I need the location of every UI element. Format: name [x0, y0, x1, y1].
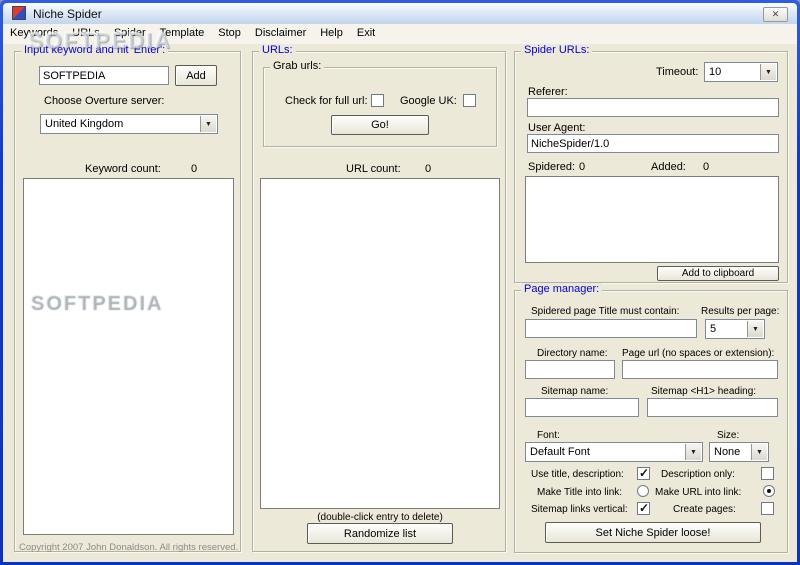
- sitemap-h1-label: Sitemap <H1> heading:: [651, 386, 757, 397]
- menu-item-template[interactable]: Template: [153, 24, 212, 44]
- keyword-input[interactable]: [39, 66, 169, 85]
- font-select[interactable]: Default Font ▼: [525, 442, 703, 462]
- app-icon: [12, 6, 26, 20]
- menu-item-exit[interactable]: Exit: [350, 24, 382, 44]
- spider-urls-group: Spider URLs: Timeout: 10 ▼ Referer: User…: [514, 44, 788, 283]
- chevron-down-icon: ▼: [751, 444, 767, 460]
- spider-urls-group-title: Spider URLs:: [521, 44, 593, 56]
- url-list[interactable]: [260, 178, 500, 509]
- results-per-page-label: Results per page:: [701, 306, 780, 317]
- timeout-value: 10: [709, 66, 722, 78]
- app-window: Niche Spider ✕ Keywords URLs Spider Templat…: [0, 0, 800, 565]
- page-url-label: Page url (no spaces or extension):: [622, 348, 775, 359]
- sitemap-links-vertical-checkbox[interactable]: [637, 501, 650, 515]
- grab-urls-group: Grab urls: Check for full url: Google UK…: [263, 60, 497, 147]
- menu-item-urls[interactable]: URLs: [65, 24, 107, 44]
- url-count-value: 0: [425, 163, 432, 175]
- menu-item-spider[interactable]: Spider: [107, 24, 153, 44]
- create-pages-checkbox[interactable]: [761, 502, 774, 515]
- font-value: Default Font: [530, 446, 590, 458]
- grab-urls-group-title: Grab urls:: [270, 60, 325, 72]
- check-full-url-label: Check for full url:: [285, 95, 368, 107]
- make-url-link-label: Make URL into link:: [655, 487, 742, 498]
- google-uk-label: Google UK:: [400, 95, 457, 107]
- font-label: Font:: [537, 430, 560, 441]
- copyright-text: Copyright 2007 John Donaldson. All right…: [19, 542, 239, 553]
- close-button[interactable]: ✕: [763, 7, 788, 22]
- sitemap-name-input[interactable]: [525, 398, 639, 417]
- sitemap-links-vertical-label: Sitemap links vertical:: [531, 504, 628, 515]
- size-label: Size:: [717, 430, 740, 441]
- title-contain-input[interactable]: [525, 319, 697, 338]
- menu-item-keywords[interactable]: Keywords: [3, 24, 65, 44]
- results-per-page-select[interactable]: 5 ▼: [705, 319, 765, 339]
- make-title-link-radio[interactable]: [637, 485, 649, 497]
- close-icon: ✕: [771, 9, 780, 19]
- set-spider-loose-button[interactable]: Set Niche Spider loose!: [545, 522, 761, 543]
- timeout-label: Timeout:: [656, 66, 699, 78]
- user-agent-input[interactable]: [527, 134, 779, 153]
- added-label: Added:: [651, 161, 686, 173]
- keywords-group: Input keyword and hit 'Enter': Add Choos…: [14, 44, 241, 553]
- page-manager-group: Page manager: Spidered page Title must c…: [514, 283, 788, 553]
- menu-item-stop[interactable]: Stop: [211, 24, 248, 44]
- keyword-count-value: 0: [191, 163, 198, 175]
- spidered-label: Spidered:: [528, 161, 576, 173]
- size-select[interactable]: None ▼: [709, 442, 769, 462]
- create-pages-label: Create pages:: [673, 504, 736, 515]
- directory-name-input[interactable]: [525, 360, 615, 379]
- overture-server-select[interactable]: United Kingdom ▼: [40, 114, 218, 134]
- results-per-page-value: 5: [710, 323, 717, 335]
- size-value: None: [714, 446, 741, 458]
- make-title-link-label: Make Title into link:: [537, 487, 623, 498]
- page-manager-group-title: Page manager:: [521, 283, 603, 295]
- description-only-label: Description only:: [661, 469, 735, 480]
- directory-name-label: Directory name:: [537, 348, 608, 359]
- timeout-select[interactable]: 10 ▼: [704, 62, 778, 82]
- menu-item-disclaimer[interactable]: Disclaimer: [248, 24, 313, 44]
- urls-group-title: URLs:: [259, 44, 296, 56]
- sitemap-h1-input[interactable]: [647, 398, 778, 417]
- window-title: Niche Spider: [33, 7, 102, 21]
- sitemap-name-label: Sitemap name:: [541, 386, 609, 397]
- use-title-description-label: Use title, description:: [531, 469, 624, 480]
- google-uk-checkbox[interactable]: [463, 94, 476, 107]
- url-count-label: URL count:: [346, 163, 401, 175]
- title-contain-label: Spidered page Title must contain:: [531, 306, 680, 317]
- chevron-down-icon: ▼: [760, 64, 776, 80]
- use-title-description-checkbox[interactable]: [637, 466, 650, 480]
- keyword-count-label: Keyword count:: [85, 163, 161, 175]
- randomize-list-button[interactable]: Randomize list: [307, 523, 453, 544]
- menu-item-help[interactable]: Help: [313, 24, 350, 44]
- overture-server-value: United Kingdom: [45, 118, 124, 130]
- referer-input[interactable]: [527, 98, 779, 117]
- user-agent-label: User Agent:: [528, 122, 586, 134]
- chevron-down-icon: ▼: [747, 321, 763, 337]
- referer-label: Referer:: [528, 86, 568, 98]
- delete-hint-text: (double-click entry to delete): [317, 512, 443, 523]
- check-full-url-checkbox[interactable]: [371, 94, 384, 107]
- chevron-down-icon: ▼: [200, 116, 216, 132]
- go-button[interactable]: Go!: [331, 115, 429, 135]
- title-bar[interactable]: Niche Spider ✕: [3, 3, 797, 24]
- added-value: 0: [703, 161, 710, 173]
- make-url-link-radio[interactable]: [763, 485, 775, 497]
- spidered-value: 0: [579, 161, 586, 173]
- spidered-list[interactable]: [525, 176, 779, 263]
- overture-server-label: Choose Overture server:: [44, 95, 165, 107]
- add-to-clipboard-button[interactable]: Add to clipboard: [657, 266, 779, 281]
- menu-bar: Keywords URLs Spider Template Stop Disclaimer…: [3, 24, 797, 44]
- add-keyword-button[interactable]: Add: [175, 65, 217, 86]
- description-only-checkbox[interactable]: [761, 467, 774, 480]
- keyword-list[interactable]: [23, 178, 234, 535]
- urls-group: URLs: Grab urls: Check for full url: Goo…: [252, 44, 506, 552]
- page-url-input[interactable]: [622, 360, 778, 379]
- chevron-down-icon: ▼: [685, 444, 701, 460]
- keywords-group-title: Input keyword and hit 'Enter':: [21, 44, 169, 56]
